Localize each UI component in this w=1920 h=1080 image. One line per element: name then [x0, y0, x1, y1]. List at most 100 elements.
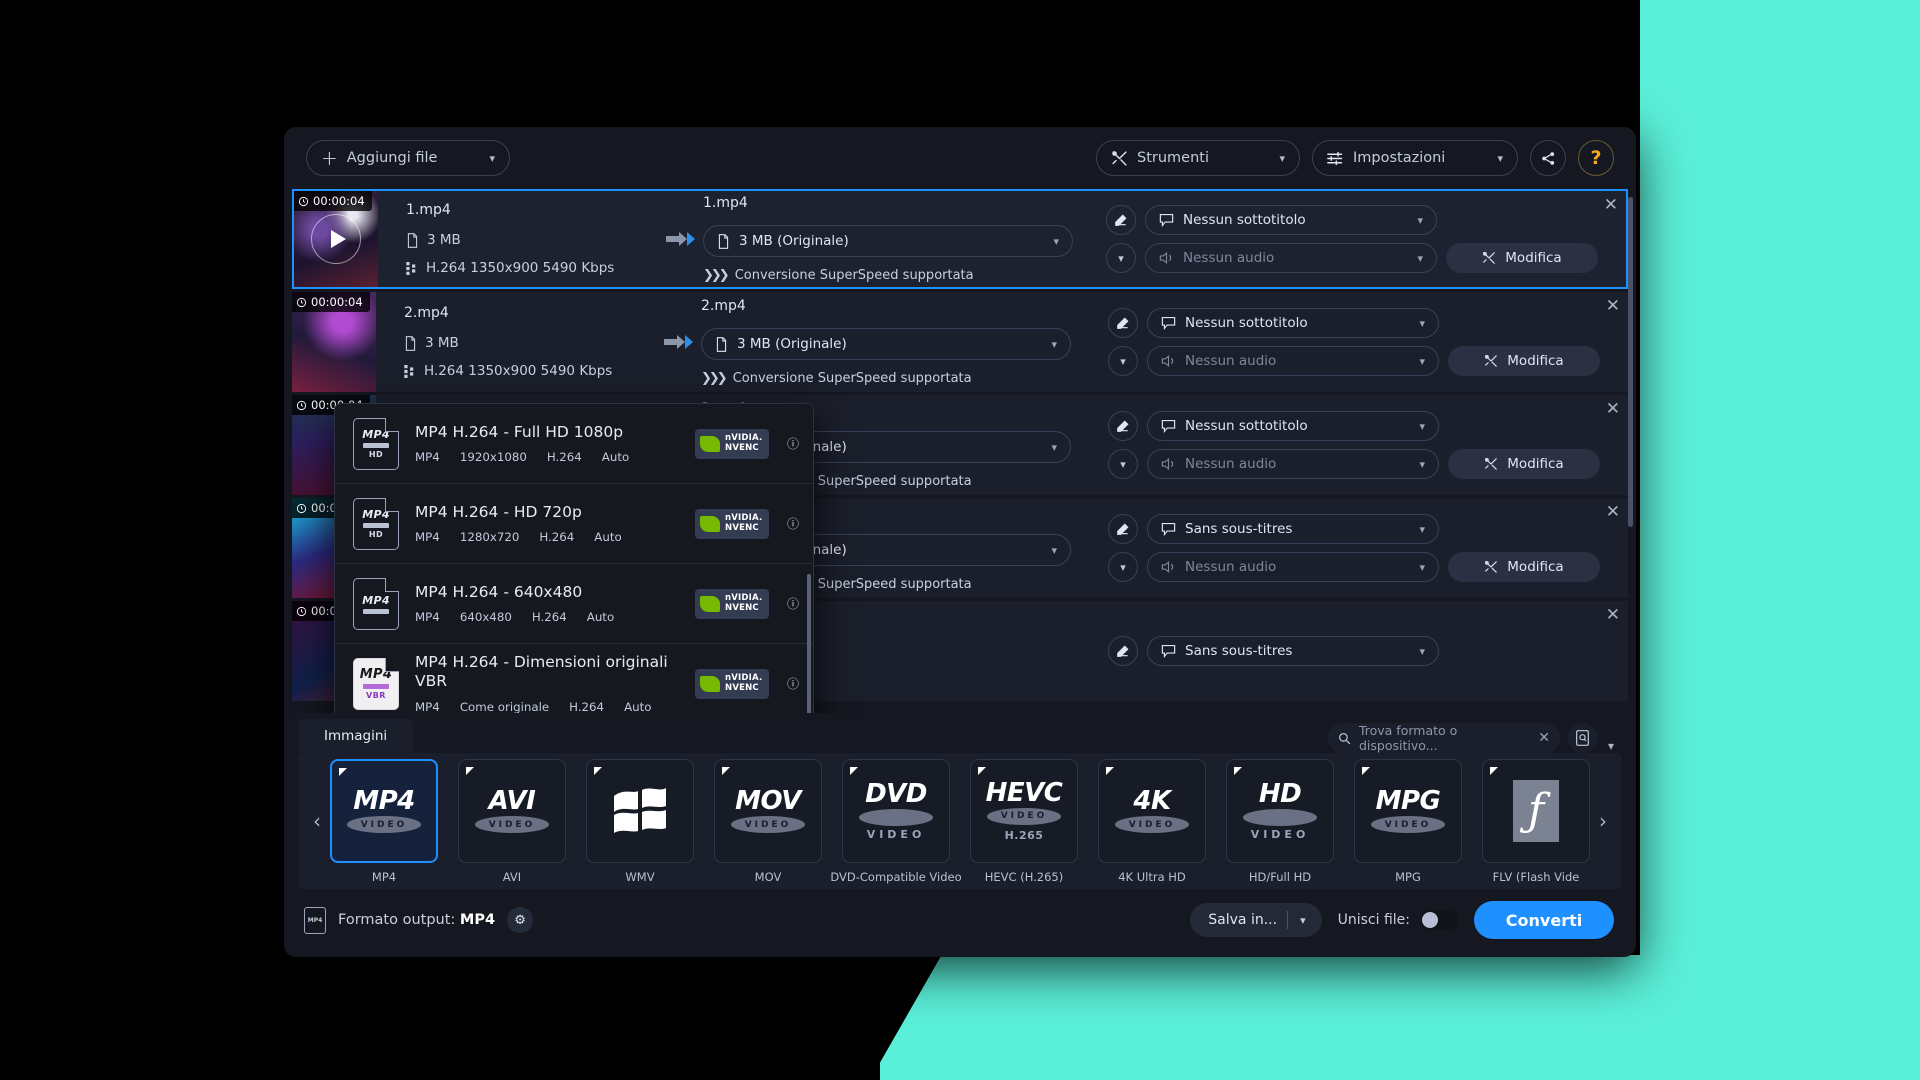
settings-button[interactable]: Impostazioni ▾ — [1312, 140, 1518, 176]
audio-select[interactable]: Nessun audio ▾ — [1147, 346, 1439, 376]
audio-select[interactable]: Nessun audio ▾ — [1145, 243, 1437, 273]
target-size-select[interactable]: 3 MB (Originale) ▾ — [703, 225, 1073, 257]
format-caption: HEVC (H.265) — [985, 870, 1064, 884]
remove-file-button[interactable]: ✕ — [1606, 607, 1620, 624]
format-caption: HD/Full HD — [1249, 870, 1311, 884]
format-tile-dvd[interactable]: DVD VIDEO DVD-Compatible Video — [842, 759, 950, 884]
info-icon[interactable]: ⓘ — [785, 515, 801, 532]
mp4-vbr-icon: MP4 VBR — [353, 658, 399, 710]
row-controls: Nessun sottotitolo ▾ ▾ Nessun audio ▾ Mo… — [1108, 308, 1628, 376]
carousel-prev-button[interactable]: ‹ — [304, 809, 330, 833]
preset-item-640x480[interactable]: MP4 MP4 H.264 - 640x480 MP4 640x480 H.26… — [335, 564, 813, 644]
format-tile-mpg[interactable]: MPG VIDEO MPG — [1354, 759, 1462, 884]
preset-title: MP4 H.264 - 640x480 — [415, 583, 679, 602]
format-caption: MOV — [755, 870, 782, 884]
share-button[interactable] — [1530, 140, 1566, 176]
help-button[interactable]: ? — [1578, 140, 1614, 176]
edit-button[interactable]: Modifica — [1448, 552, 1600, 582]
chevron-down-icon: ▾ — [1419, 523, 1425, 536]
mp4-hd-icon: MP4 HD — [353, 418, 399, 470]
video-thumbnail[interactable]: 00:00:04 — [294, 191, 378, 287]
info-icon[interactable]: ⓘ — [785, 435, 801, 452]
row-expand-button[interactable]: ▾ — [1108, 449, 1138, 479]
target-size-select[interactable]: 3 MB (Originale) ▾ — [701, 328, 1071, 360]
subtitle-select[interactable]: Sans sous-titres ▾ — [1147, 636, 1439, 666]
format-tile-wmv[interactable]: WMV — [586, 759, 694, 884]
preset-item-fullhd1080p[interactable]: MP4 HD MP4 H.264 - Full HD 1080p MP4 192… — [335, 404, 813, 484]
edit-button[interactable]: Modifica — [1448, 449, 1600, 479]
edit-pen-button[interactable] — [1108, 411, 1138, 441]
format-caption: DVD-Compatible Video — [830, 870, 961, 884]
format-tile-4k[interactable]: 4K VIDEO 4K Ultra HD — [1098, 759, 1206, 884]
format-tile-mp4[interactable]: MP4 VIDEO MP4 — [330, 759, 438, 884]
nvidia-nvenc-badge: nVIDIA. NVENC — [695, 589, 769, 619]
row-expand-button[interactable]: ▾ — [1106, 243, 1136, 273]
save-in-button[interactable]: Salva in... ▾ — [1190, 903, 1321, 937]
row-expand-button[interactable]: ▾ — [1108, 552, 1138, 582]
audio-value: Nessun audio — [1185, 559, 1276, 575]
table-row[interactable]: 00:00:04 1.mp4 3 MB H.264 1350x900 5490 … — [292, 189, 1628, 289]
preset-dropdown[interactable]: MP4 HD MP4 H.264 - Full HD 1080p MP4 192… — [334, 403, 814, 713]
video-thumbnail[interactable]: 00:00:04 — [292, 292, 376, 392]
edit-pen-button[interactable] — [1108, 514, 1138, 544]
subtitle-select[interactable]: Nessun sottotitolo ▾ — [1147, 411, 1439, 441]
remove-file-button[interactable]: ✕ — [1606, 401, 1620, 418]
search-box[interactable]: Trova formato o dispositivo... ✕ — [1328, 723, 1560, 753]
format-tile-mov[interactable]: MOV VIDEO MOV — [714, 759, 822, 884]
edit-pen-button[interactable] — [1108, 308, 1138, 338]
source-size: 3 MB — [425, 335, 459, 351]
row-expand-button[interactable]: ▾ — [1108, 346, 1138, 376]
info-icon[interactable]: ⓘ — [785, 675, 801, 692]
device-scan-button[interactable] — [1568, 723, 1598, 753]
table-row[interactable]: 00:00:04 2.mp4 3 MB H.264 1350x900 5490 … — [292, 292, 1628, 392]
format-tile-flv[interactable]: ƒ FLV (Flash Vide — [1482, 759, 1590, 884]
format-icon-dvd: DVD VIDEO — [842, 759, 950, 863]
close-icon[interactable]: ✕ — [1538, 730, 1550, 746]
play-icon[interactable] — [311, 214, 361, 264]
subtitle-select[interactable]: Nessun sottotitolo ▾ — [1147, 308, 1439, 338]
gear-icon[interactable]: ⚙ — [507, 907, 533, 933]
remove-file-button[interactable]: ✕ — [1606, 298, 1620, 315]
carousel-next-button[interactable]: › — [1590, 809, 1616, 833]
convert-arrow-icon — [661, 332, 701, 352]
edit-button[interactable]: Modifica — [1446, 243, 1598, 273]
format-caption: MP4 — [372, 870, 396, 884]
edit-pen-button[interactable] — [1106, 205, 1136, 235]
audio-select[interactable]: Nessun audio ▾ — [1147, 552, 1439, 582]
nvidia-nvenc-badge: nVIDIA. NVENC — [695, 429, 769, 459]
duration-badge: 00:00:04 — [292, 292, 370, 312]
merge-toggle[interactable] — [1420, 910, 1458, 930]
superspeed-icon: ❯❯❯ — [703, 268, 727, 283]
subtitle-select[interactable]: Sans sous-titres ▾ — [1147, 514, 1439, 544]
preset-item-originale-vbr[interactable]: MP4 VBR MP4 H.264 - Dimensioni originali… — [335, 644, 813, 713]
chevron-down-icon[interactable]: ▾ — [1608, 739, 1614, 753]
audio-select[interactable]: Nessun audio ▾ — [1147, 449, 1439, 479]
source-size: 3 MB — [427, 232, 461, 248]
convert-button[interactable]: Converti — [1474, 901, 1614, 939]
preset-item-hd720p[interactable]: MP4 HD MP4 H.264 - HD 720p MP4 1280x720 … — [335, 484, 813, 564]
edit-pen-button[interactable] — [1108, 636, 1138, 666]
bottom-right-group: Salva in... ▾ Unisci file: Converti — [1190, 901, 1614, 939]
file-list-scrollbar[interactable] — [1628, 197, 1633, 527]
tools-button[interactable]: Strumenti ▾ — [1096, 140, 1300, 176]
chevron-down-icon: ▾ — [1419, 561, 1425, 574]
remove-file-button[interactable]: ✕ — [1606, 504, 1620, 521]
source-size-row: 3 MB — [406, 232, 663, 248]
remove-file-button[interactable]: ✕ — [1604, 197, 1618, 214]
chevron-down-icon: ▾ — [1479, 152, 1503, 165]
subtitle-select[interactable]: Nessun sottotitolo ▾ — [1145, 205, 1437, 235]
merge-label: Unisci file: — [1338, 912, 1410, 928]
format-tile-avi[interactable]: AVI VIDEO AVI — [458, 759, 566, 884]
disc-ellipse — [859, 809, 933, 826]
tab-immagini[interactable]: Immagini — [298, 719, 413, 753]
edit-button[interactable]: Modifica — [1448, 346, 1600, 376]
add-file-button[interactable]: + Aggiungi file ▾ — [306, 140, 510, 176]
format-tile-hevc[interactable]: HEVC VIDEO H.265 HEVC (H.265) — [970, 759, 1078, 884]
source-codec: H.264 1350x900 5490 Kbps — [424, 363, 612, 379]
dropdown-scrollbar[interactable] — [807, 574, 811, 713]
subtitle-value: Sans sous-titres — [1185, 521, 1292, 537]
format-caption: MPG — [1395, 870, 1421, 884]
info-icon[interactable]: ⓘ — [785, 595, 801, 612]
format-tile-hd[interactable]: HD VIDEO HD/Full HD — [1226, 759, 1334, 884]
preset-specs: MP4 1280x720 H.264 Auto — [415, 530, 679, 544]
